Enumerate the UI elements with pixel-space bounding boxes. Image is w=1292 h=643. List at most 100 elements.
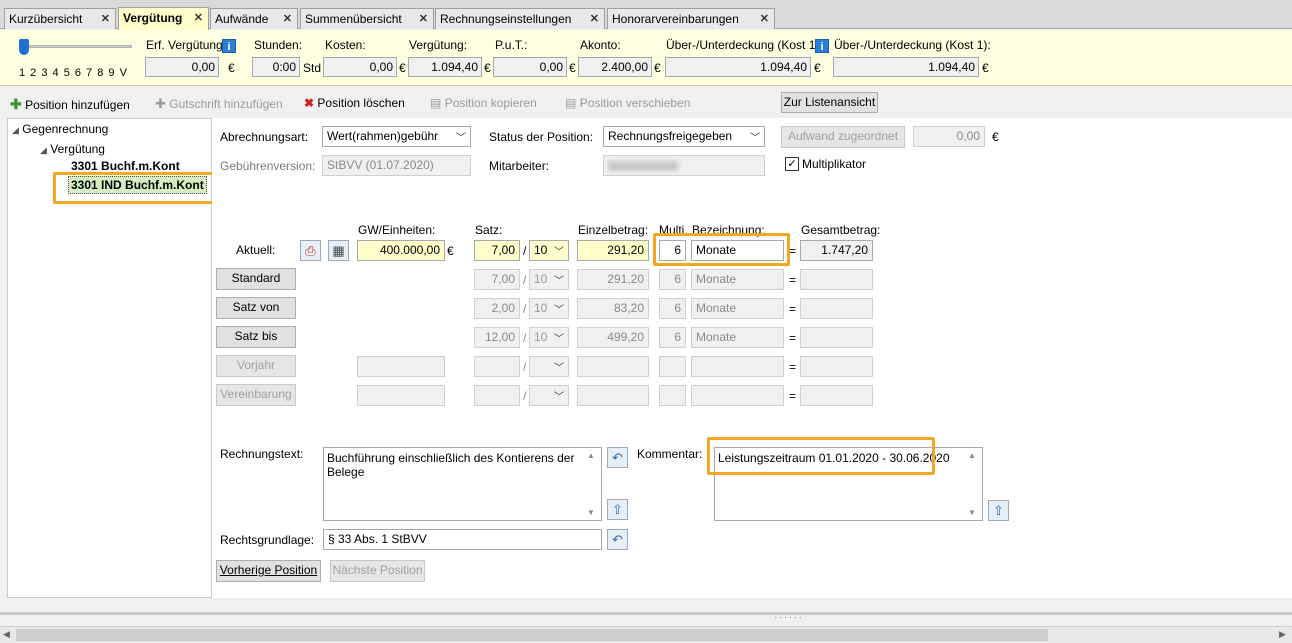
equals: = [789, 302, 797, 316]
document-icon[interactable]: ▦ [328, 240, 349, 261]
level-slider-thumb[interactable] [19, 39, 29, 55]
highlight-box [53, 172, 223, 204]
stunden-label: Stunden: [254, 38, 303, 52]
currency-label: € [992, 130, 999, 144]
tab-rechnungseinstellungen[interactable]: Rechnungseinstellungen ✕ [435, 8, 605, 29]
arrow-up-icon[interactable]: ⇧ [988, 500, 1009, 521]
next-position-button[interactable]: Nächste Position [330, 560, 425, 582]
scroll-down-icon[interactable]: ▼ [968, 508, 976, 517]
verguetung-label: Vergütung: [409, 38, 468, 52]
currency-label: € [399, 61, 406, 75]
equals: = [789, 360, 797, 374]
scroll-up-icon[interactable]: ▲ [968, 451, 976, 460]
gw-field[interactable]: 400.000,00 [357, 240, 445, 261]
tab-label: Rechnungseinstellungen [440, 12, 572, 26]
reset-text-icon[interactable]: ↶ [607, 529, 628, 550]
ueber-unterdeckung-value: 1.094,40 [665, 57, 811, 77]
bezeichnung-field [691, 356, 784, 377]
close-icon[interactable]: ✕ [101, 12, 110, 25]
delete-position-label: Position löschen [317, 96, 405, 110]
copy-icon: ▤ [430, 96, 442, 110]
satz-bis-button[interactable]: Satz bis [216, 326, 296, 348]
plus-icon: ✚ [155, 96, 166, 111]
move-position-button[interactable]: ▤ Position verschieben [565, 96, 690, 110]
gesamtbetrag-field: 1.747,20 [800, 240, 873, 261]
standard-button[interactable]: Standard [216, 268, 296, 290]
rechnungstext-textarea[interactable]: Buchführung einschließlich des Kontieren… [323, 447, 602, 521]
kosten-value: 0,00 [323, 57, 397, 77]
einzelbetrag-field: 499,20 [577, 327, 649, 348]
mitarbeiter-field [603, 155, 765, 176]
abrechnungsart-select[interactable]: Wert(rahmen)gebühr ﹀ [322, 126, 471, 147]
close-icon[interactable]: ✕ [590, 12, 599, 25]
divisor-select[interactable]: 10 ﹀ [529, 240, 569, 261]
slash: / [523, 244, 527, 258]
tab-kurzuebersicht[interactable]: Kurzübersicht ✕ [4, 8, 116, 29]
expand-icon[interactable]: ◢ [12, 125, 19, 135]
scroll-left-icon[interactable]: ◀ [3, 629, 10, 640]
info-icon[interactable]: i [222, 39, 236, 53]
close-icon[interactable]: ✕ [283, 12, 292, 25]
rechnungstext-value: Buchführung einschließlich des Kontieren… [327, 451, 575, 479]
horizontal-scrollbar[interactable]: ◀ ▶ [0, 626, 1292, 643]
close-icon[interactable]: ✕ [760, 12, 769, 25]
status-select[interactable]: Rechnungsfreigegeben ﹀ [603, 126, 765, 147]
scroll-down-icon[interactable]: ▼ [587, 508, 595, 517]
splitter-grip-icon[interactable]: · · · · · · [768, 614, 808, 622]
currency-label: € [447, 244, 454, 258]
add-position-button[interactable]: ✚ Position hinzufügen [10, 96, 130, 113]
scroll-up-icon[interactable]: ▲ [587, 451, 595, 460]
gesamtbetrag-field [800, 385, 873, 406]
expand-icon[interactable]: ◢ [40, 145, 47, 155]
divisor-value: 10 [534, 272, 548, 286]
equals: = [789, 331, 797, 345]
reset-text-icon[interactable]: ↶ [607, 447, 628, 468]
tree-root[interactable]: ◢ Gegenrechnung [12, 122, 108, 136]
einzelbetrag-field: 291,20 [577, 269, 649, 290]
aufwand-zugeordnet-button[interactable]: Aufwand zugeordnet [781, 126, 905, 148]
tree-group[interactable]: ◢ Vergütung [40, 142, 105, 156]
einzelbetrag-field [577, 356, 649, 377]
scrollbar[interactable]: ▲ ▼ [584, 449, 600, 519]
satz-field[interactable]: 7,00 [474, 240, 520, 261]
einzelbetrag-field[interactable]: 291,20 [577, 240, 649, 261]
info-icon[interactable]: i [815, 39, 829, 53]
multiplikator-checkbox[interactable]: ✓ [785, 157, 799, 171]
status-label: Status der Position: [489, 130, 594, 144]
close-icon[interactable]: ✕ [419, 12, 428, 25]
vorjahr-button[interactable]: Vorjahr [216, 355, 296, 377]
add-credit-button[interactable]: ✚ Gutschrift hinzufügen [155, 96, 283, 112]
vereinbarung-button[interactable]: Vereinbarung [216, 384, 296, 406]
aktuell-label: Aktuell: [236, 243, 276, 257]
recalc-icon[interactable]: ⎙ [300, 240, 321, 261]
level-slider-track[interactable] [20, 45, 132, 48]
delete-position-button[interactable]: ✖ Position löschen [304, 96, 405, 110]
header-satz: Satz: [475, 223, 503, 237]
gw-field [357, 356, 445, 377]
stunden-unit: Std [303, 61, 322, 75]
tab-summenuebersicht[interactable]: Summenübersicht ✕ [300, 8, 434, 29]
equals: = [789, 389, 797, 403]
satz-von-button[interactable]: Satz von [216, 297, 296, 319]
rechtsgrundlage-field[interactable]: § 33 Abs. 1 StBVV [323, 529, 602, 550]
previous-position-button[interactable]: Vorherige Position [216, 560, 321, 582]
rechtsgrundlage-label: Rechtsgrundlage: [220, 533, 315, 547]
tree-item[interactable]: 3301 Buchf.m.Kont [71, 159, 180, 173]
close-icon[interactable]: ✕ [194, 11, 203, 24]
gesamtbetrag-field [800, 327, 873, 348]
scroll-right-icon[interactable]: ▶ [1279, 629, 1286, 640]
tab-aufwaende[interactable]: Aufwände ✕ [210, 8, 298, 29]
scrollbar-thumb[interactable] [16, 629, 1048, 641]
copy-position-label: Position kopieren [444, 96, 537, 110]
arrow-up-icon[interactable]: ⇧ [607, 499, 628, 520]
tab-honorarvereinbarungen[interactable]: Honorarvereinbarungen ✕ [607, 8, 775, 29]
tab-verguetung[interactable]: Vergütung ✕ [118, 7, 209, 30]
multi-field: 6 [659, 327, 686, 348]
currency-label: € [228, 61, 235, 75]
list-view-button[interactable]: Zur Listenansicht [781, 92, 878, 113]
copy-position-button[interactable]: ▤ Position kopieren [430, 96, 537, 110]
scrollbar[interactable]: ▲ ▼ [965, 449, 981, 519]
splitter[interactable] [0, 612, 1292, 615]
divisor-select: 10 ﹀ [529, 327, 569, 348]
gesamtbetrag-field [800, 298, 873, 319]
